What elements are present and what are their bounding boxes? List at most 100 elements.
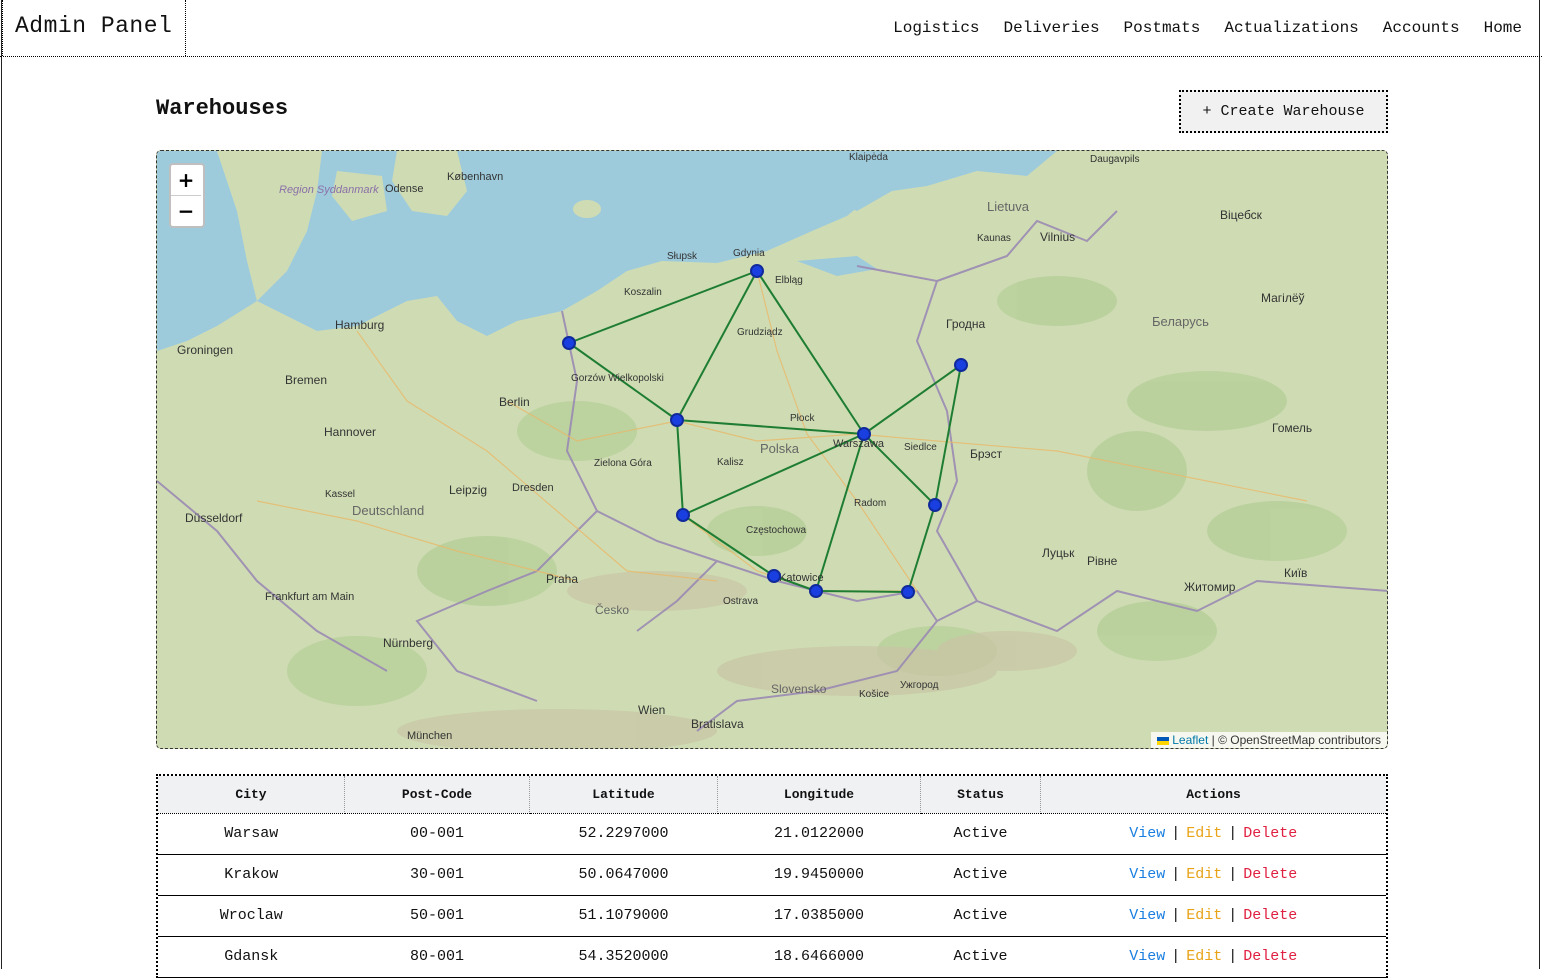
warehouse-marker[interactable] [954, 358, 968, 372]
map-label: Гродна [946, 317, 986, 331]
map-label: Slovensko [771, 682, 827, 696]
nav-home[interactable]: Home [1484, 19, 1522, 37]
nav-postmats[interactable]: Postmats [1124, 19, 1201, 37]
delete-link[interactable]: Delete [1243, 825, 1297, 842]
action-separator: | [1228, 948, 1238, 965]
view-link[interactable]: View [1129, 866, 1165, 883]
map-label: Ostrava [723, 596, 758, 607]
warehouse-marker[interactable] [809, 584, 823, 598]
cell-latitude: 50.0647000 [578, 866, 669, 883]
map-label: Беларусь [1152, 314, 1209, 329]
nav-logistics[interactable]: Logistics [893, 19, 979, 37]
view-link[interactable]: View [1129, 948, 1165, 965]
brand-logo[interactable]: Admin Panel [2, 0, 186, 56]
map-label: Lietuva [987, 199, 1030, 214]
warehouse-map[interactable]: København Odense Region Syddanmark Hambu… [156, 150, 1388, 749]
map-label: Częstochowa [746, 525, 806, 536]
action-separator: | [1171, 907, 1181, 924]
warehouse-marker[interactable] [857, 427, 871, 441]
map-label: Nürnberg [383, 636, 433, 650]
warehouse-marker[interactable] [676, 508, 690, 522]
nav-actualizations[interactable]: Actualizations [1224, 19, 1358, 37]
map-label: Warszawa [833, 438, 885, 450]
edit-link[interactable]: Edit [1186, 948, 1222, 965]
cell-post-code: 00-001 [409, 825, 464, 842]
edit-link[interactable]: Edit [1186, 825, 1222, 842]
view-link[interactable]: View [1129, 907, 1165, 924]
map-label: Klaipėda [849, 152, 888, 163]
map-label: München [407, 730, 452, 742]
map-label: Брэст [970, 447, 1003, 461]
warehouse-marker[interactable] [901, 585, 915, 599]
cell-status: Active [953, 825, 1008, 842]
create-warehouse-button[interactable]: + Create Warehouse [1179, 90, 1388, 133]
top-navbar: Admin Panel Logistics Deliveries Postmat… [0, 0, 1542, 57]
delete-link[interactable]: Delete [1243, 948, 1297, 965]
map-label: Košice [859, 689, 889, 700]
map-label: Магілёў [1261, 291, 1305, 305]
map-label: Česko [595, 602, 629, 617]
map-label: Zielona Góra [594, 458, 652, 469]
map-label: Hannover [324, 425, 376, 439]
map-label: Berlin [499, 395, 530, 409]
view-link[interactable]: View [1129, 825, 1165, 842]
map-label: Deutschland [352, 503, 424, 518]
cell-actions: View | Edit | Delete [1041, 854, 1387, 895]
cell-post-code: 80-001 [409, 948, 464, 965]
map-label: Leipzig [449, 483, 487, 497]
delete-link[interactable]: Delete [1243, 907, 1297, 924]
cell-city: Wroclaw [219, 907, 283, 924]
action-separator: | [1228, 825, 1238, 842]
map-label: Віцебск [1220, 208, 1263, 222]
cell-status: Active [953, 948, 1008, 965]
zoom-control: + − [169, 163, 205, 228]
table-row: Krakow 30-001 50.0647000 19.9450000 Acti… [158, 854, 1386, 895]
cell-longitude: 19.9450000 [773, 866, 864, 883]
map-label: Elbląg [775, 275, 803, 286]
map-canvas[interactable]: København Odense Region Syddanmark Hambu… [157, 151, 1388, 749]
cell-latitude: 51.1079000 [578, 907, 669, 924]
island-bornholm [573, 200, 601, 218]
edit-link[interactable]: Edit [1186, 866, 1222, 883]
warehouse-marker[interactable] [562, 336, 576, 350]
col-city[interactable]: City [158, 776, 345, 814]
zoom-in-button[interactable]: + [171, 165, 201, 196]
edit-link[interactable]: Edit [1186, 907, 1222, 924]
ukraine-flag-icon [1157, 736, 1170, 745]
map-label: Ужгород [900, 680, 939, 691]
cell-longitude: 18.6466000 [773, 948, 864, 965]
map-label: Житомир [1184, 580, 1236, 594]
main-nav: Logistics Deliveries Postmats Actualizat… [893, 0, 1522, 56]
col-longitude[interactable]: Longitude [717, 776, 921, 814]
map-label: Gorzów Wielkopolski [571, 373, 664, 384]
col-actions[interactable]: Actions [1040, 776, 1386, 814]
map-label: Kassel [325, 489, 355, 500]
warehouse-marker[interactable] [767, 569, 781, 583]
nav-deliveries[interactable]: Deliveries [1004, 19, 1100, 37]
map-label: Vilnius [1040, 230, 1075, 244]
col-status[interactable]: Status [920, 776, 1041, 814]
table-row: Gdansk 80-001 54.3520000 18.6466000 Acti… [158, 936, 1386, 977]
col-latitude[interactable]: Latitude [529, 776, 718, 814]
nav-accounts[interactable]: Accounts [1383, 19, 1460, 37]
map-label: Hamburg [335, 318, 384, 332]
warehouse-marker[interactable] [750, 264, 764, 278]
cell-status: Active [953, 907, 1008, 924]
table-row: Wroclaw 50-001 51.1079000 17.0385000 Act… [158, 895, 1386, 936]
zoom-out-button[interactable]: − [171, 196, 201, 226]
delete-link[interactable]: Delete [1243, 866, 1297, 883]
map-label: Siedlce [904, 442, 937, 453]
warehouse-marker[interactable] [670, 413, 684, 427]
warehouse-marker[interactable] [928, 498, 942, 512]
leaflet-link[interactable]: Leaflet [1172, 733, 1208, 747]
map-label: Kaunas [977, 233, 1011, 244]
map-label: Kalisz [717, 457, 744, 468]
cell-actions: View | Edit | Delete [1041, 895, 1387, 936]
col-post-code[interactable]: Post-Code [344, 776, 530, 814]
page-title: Warehouses [156, 96, 289, 121]
action-separator: | [1171, 866, 1181, 883]
map-label: Groningen [177, 343, 233, 357]
map-label: Dresden [512, 482, 554, 494]
map-label: Daugavpils [1090, 154, 1139, 165]
cell-city: Gdansk [224, 948, 279, 965]
